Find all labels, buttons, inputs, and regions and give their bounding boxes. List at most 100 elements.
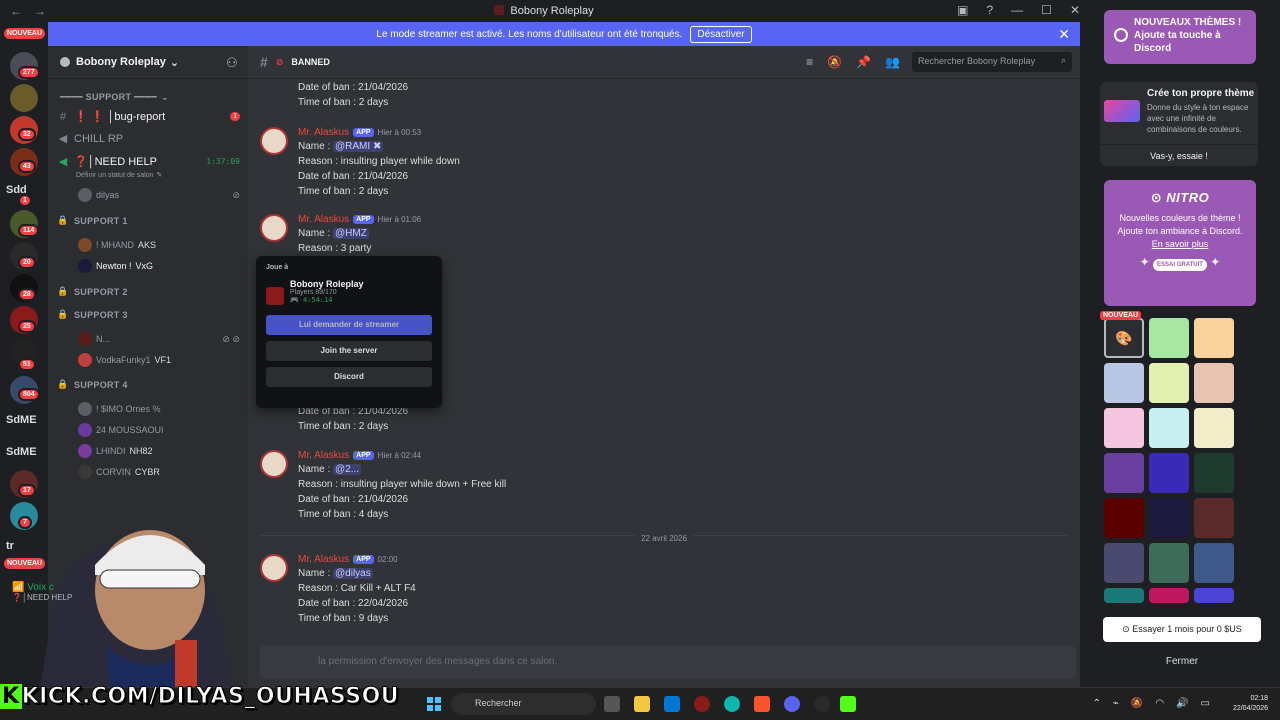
members-icon[interactable]: 👥 [885, 55, 900, 69]
ask-to-stream-button[interactable]: Lui demander de streamer [266, 315, 432, 335]
kick-icon[interactable] [840, 696, 856, 712]
channel-need-help[interactable]: ◀ ❓│NEED HELP 1:37:09 [56, 155, 240, 168]
learn-more-link[interactable]: En savoir plus [1152, 239, 1209, 249]
search-input[interactable]: Rechercher Bobony Roleplay ⌕ [912, 52, 1072, 72]
maximize-icon[interactable]: ☐ [1041, 3, 1052, 17]
close-window-icon[interactable]: ✕ [1070, 3, 1080, 17]
message-author[interactable]: Mr. Alaskus [298, 450, 349, 461]
banner-close-icon[interactable]: ✕ [1058, 26, 1070, 43]
guild-header[interactable]: Bobony Roleplay ⌄ ⚇ [48, 46, 248, 79]
store-icon[interactable] [664, 696, 680, 712]
threads-icon[interactable]: ≡ [806, 55, 813, 69]
theme-swatch[interactable] [1104, 363, 1144, 403]
file-explorer-icon[interactable] [634, 696, 650, 712]
voice-user[interactable]: VodkaFunky1 VF1 [78, 353, 240, 367]
edge-icon[interactable] [724, 696, 740, 712]
server-badge: 114 [18, 224, 40, 237]
theme-swatch[interactable] [1149, 408, 1189, 448]
brave-icon[interactable] [754, 696, 770, 712]
voice-user[interactable]: Newton ! VxG [78, 259, 240, 273]
theme-swatch[interactable] [1149, 588, 1189, 603]
new-themes-promo[interactable]: NOUVEAUX THÈMES ! Ajoute ta touche à Dis… [1104, 10, 1256, 64]
voice-user[interactable]: 24 MOUSSAOUI [78, 423, 240, 437]
server-badge: 51 [18, 358, 36, 371]
help-icon[interactable]: ? [986, 3, 993, 17]
hash-icon: # [59, 110, 67, 123]
wifi-icon[interactable]: ◠ [1155, 698, 1164, 709]
discord-icon[interactable] [784, 696, 800, 712]
theme-swatch[interactable] [1194, 588, 1234, 603]
theme-swatch[interactable] [1149, 318, 1189, 358]
volume-icon[interactable]: 🔊 [1176, 698, 1188, 709]
discord-button[interactable]: Discord [266, 367, 432, 387]
theme-swatch[interactable] [1194, 543, 1234, 583]
free-trial-pill[interactable]: ESSAI GRATUIT [1153, 259, 1207, 271]
voice-status[interactable]: 📶 Voix c ❓│NEED HELP [12, 582, 72, 602]
network-icon[interactable]: ⌁ [1113, 698, 1119, 709]
theme-swatch[interactable] [1194, 363, 1234, 403]
channel-label: ❗ ❗ │bug-report [74, 111, 166, 123]
custom-theme-swatch[interactable]: 🎨 [1104, 318, 1144, 358]
channel-support-4[interactable]: 🔒 SUPPORT 4 [56, 379, 240, 390]
theme-swatch[interactable] [1104, 543, 1144, 583]
theme-swatch[interactable] [1104, 498, 1144, 538]
theme-swatch[interactable] [1149, 453, 1189, 493]
voice-user[interactable]: dilyas ⊘ [78, 188, 240, 202]
channel-support-1[interactable]: 🔒 SUPPORT 1 [56, 215, 240, 226]
server-icon[interactable] [10, 84, 38, 112]
user-mention[interactable]: @HMZ [333, 228, 369, 239]
message-author[interactable]: Mr. Alaskus [298, 214, 349, 225]
user-name: dilyas [96, 190, 120, 200]
channel-bug-report[interactable]: # ❗ ❗ │bug-report 1 [56, 110, 240, 123]
try-theme-button[interactable]: Vas-y, essaie ! [1100, 144, 1258, 166]
message-author[interactable]: Mr. Alaskus [298, 127, 349, 138]
server-text-icon[interactable]: SdME [6, 414, 37, 426]
battery-icon[interactable]: ▭ [1201, 698, 1210, 709]
channel-status-hint[interactable]: Définir un statut de salon ✎ [76, 171, 240, 180]
notification-bell-icon[interactable]: 🔕 [827, 55, 842, 69]
avatar[interactable] [260, 127, 288, 155]
task-view-icon[interactable] [604, 696, 620, 712]
inbox-icon[interactable]: ▣ [957, 3, 968, 17]
trial-button[interactable]: ⊙ Essayer 1 mois pour 0 $US [1103, 617, 1261, 642]
close-panel-button[interactable]: Fermer [1103, 656, 1261, 667]
theme-swatch[interactable] [1194, 408, 1234, 448]
theme-swatch[interactable] [1194, 453, 1234, 493]
message-line: Reason : Car Kill + ALT F4 [298, 583, 416, 594]
theme-swatch[interactable] [1104, 408, 1144, 448]
taskbar-search[interactable]: Rechercher [451, 693, 596, 715]
server-text-icon[interactable]: SdME [6, 446, 37, 458]
voice-user[interactable]: ! $IMO Ornes % [78, 402, 240, 416]
user-mention[interactable]: @RAMI ✖ [333, 141, 384, 152]
pin-icon[interactable]: 📌 [856, 55, 871, 69]
channel-support-3[interactable]: 🔒 SUPPORT 3 [56, 309, 240, 320]
channel-chill-rp[interactable]: ◀ CHILL RP [56, 132, 240, 146]
user-mention[interactable]: @dilyas [333, 568, 373, 579]
invite-person-icon[interactable]: ⚇ [226, 55, 240, 70]
voice-user[interactable]: ! MHAND AKS [78, 238, 240, 252]
user-mention[interactable]: @2... [333, 464, 362, 475]
minimize-icon[interactable]: — [1011, 3, 1023, 17]
voice-user[interactable]: LHINDI NH82 [78, 444, 240, 458]
channel-support-2[interactable]: 🔒 SUPPORT 2 [56, 286, 240, 297]
theme-swatch[interactable] [1194, 498, 1234, 538]
message-author[interactable]: Mr. Alaskus [298, 554, 349, 565]
app-icon[interactable] [694, 696, 710, 712]
theme-swatch[interactable] [1149, 498, 1189, 538]
voice-user[interactable]: N... ⊘ ⊘ [78, 332, 240, 346]
category-support[interactable]: ━━━━ SUPPORT ━━━━ ⌄ [60, 92, 240, 103]
theme-swatch[interactable] [1104, 588, 1144, 603]
theme-swatch[interactable] [1149, 543, 1189, 583]
join-server-button[interactable]: Join the server [266, 341, 432, 361]
disable-streamer-button[interactable]: Désactiver [690, 25, 752, 43]
theme-swatch[interactable] [1194, 318, 1234, 358]
theme-swatch[interactable] [1149, 363, 1189, 403]
game-name: Bobony Roleplay [290, 279, 364, 289]
windows-start-icon[interactable] [427, 697, 441, 711]
chevron-up-icon[interactable]: ⌃ [1092, 698, 1100, 709]
taskbar-clock[interactable]: 02:18 22/04/2026 [1233, 694, 1268, 714]
app-icon[interactable] [814, 696, 830, 712]
theme-swatch[interactable] [1104, 453, 1144, 493]
avatar[interactable] [260, 214, 288, 242]
notification-icon[interactable]: 🔕 [1131, 698, 1143, 709]
